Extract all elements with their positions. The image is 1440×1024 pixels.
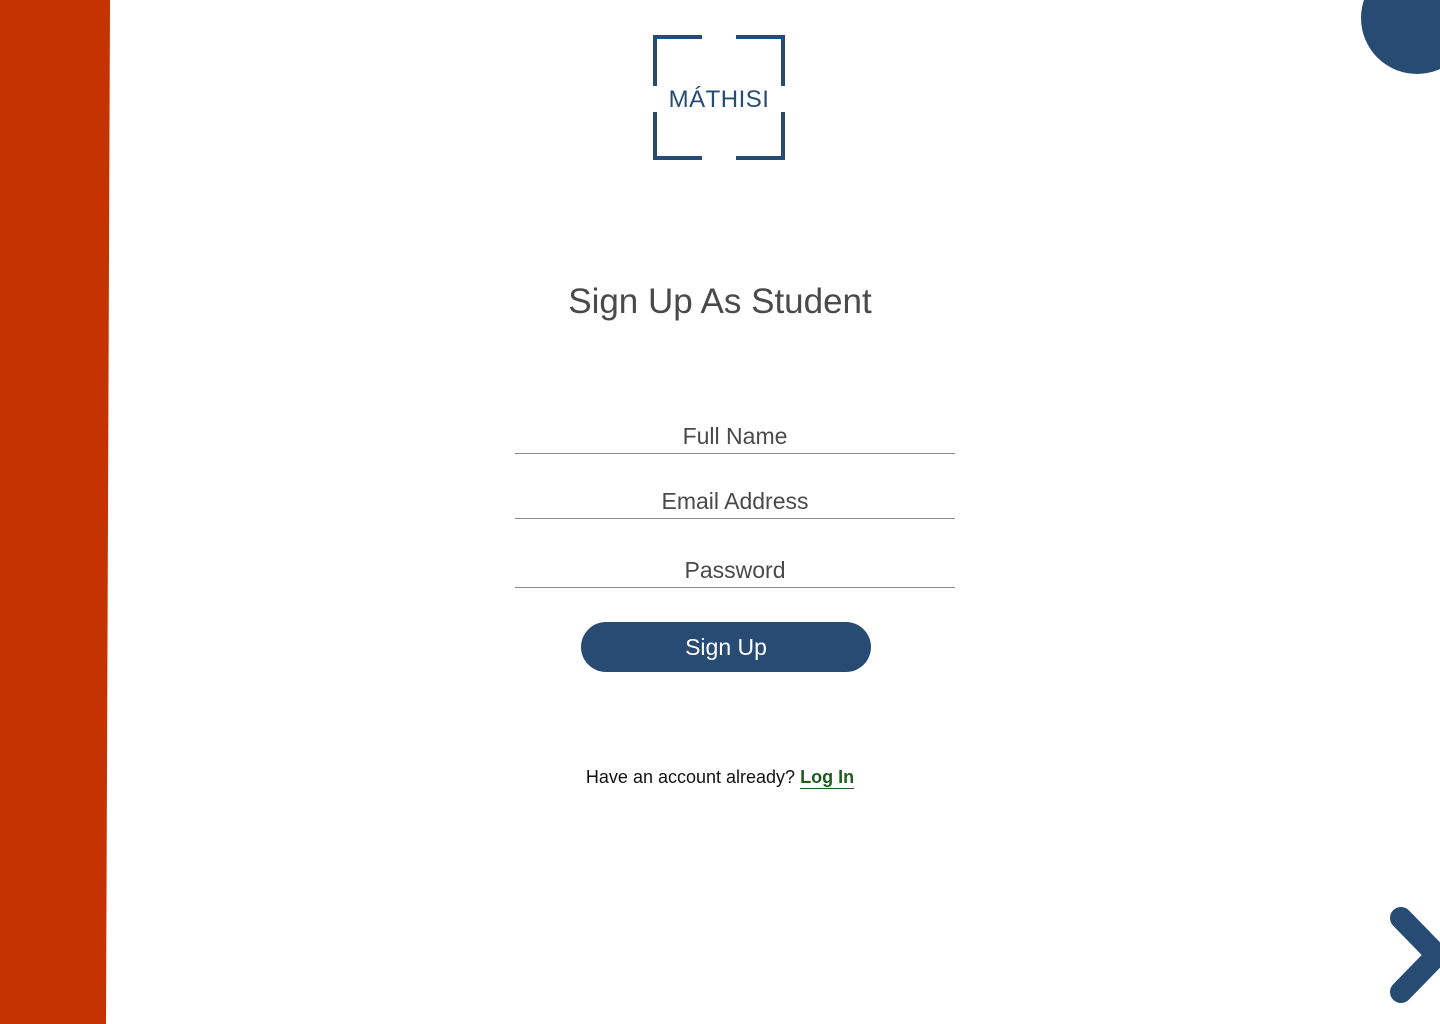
- left-accent-strip: [0, 0, 110, 1024]
- signup-page: MÁTHISI Sign Up As Student Sign Up Have …: [0, 0, 1440, 1024]
- log-in-link[interactable]: Log In: [800, 767, 855, 789]
- corner-circle-decoration: [1361, 0, 1440, 74]
- password-field-wrapper: [515, 553, 955, 588]
- sign-up-button[interactable]: Sign Up: [581, 622, 871, 672]
- full-name-input[interactable]: [515, 419, 955, 453]
- password-input[interactable]: [515, 553, 955, 587]
- chevron-right-icon: [1390, 907, 1440, 1003]
- full-name-field-wrapper: [515, 419, 955, 454]
- mathisi-logo: MÁTHISI: [652, 34, 786, 162]
- email-input[interactable]: [515, 484, 955, 518]
- login-prompt-text: Have an account already?: [585, 767, 796, 787]
- login-prompt: Have an account already? Log In: [470, 767, 970, 789]
- logo-wordmark: MÁTHISI: [668, 86, 770, 113]
- next-arrow-button[interactable]: [1386, 903, 1440, 1007]
- page-title: Sign Up As Student: [568, 282, 872, 321]
- email-field-wrapper: [515, 484, 955, 519]
